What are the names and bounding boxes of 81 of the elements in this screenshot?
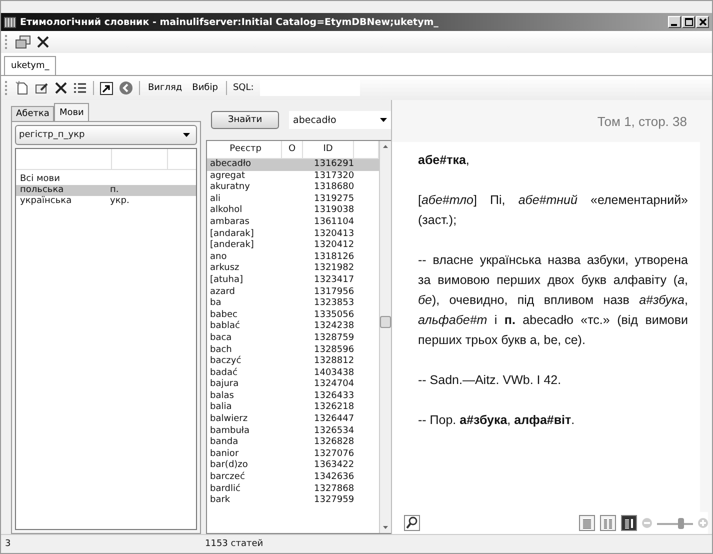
entry-row[interactable]: bar(d)zo 1363422 <box>207 460 379 472</box>
entry-row[interactable]: bardlić 1327868 <box>207 484 379 496</box>
entry-row[interactable]: balia 1326218 <box>207 402 379 414</box>
entry-row[interactable]: baca 1328759 <box>207 332 379 344</box>
window-title: Етимологічний словник - mainulifserver:Initial Catalog=EtymDBNew;uketym_ <box>20 16 440 28</box>
entry-row[interactable]: ali 1319275 <box>207 194 379 206</box>
entry-row[interactable]: [atuha] 1323417 <box>207 274 379 287</box>
register-dropdown[interactable]: регістр_п_укр <box>15 125 197 145</box>
entry-row[interactable]: ba 1323853 <box>207 298 379 310</box>
column-header[interactable]: Реєстр <box>207 141 282 158</box>
entry-row[interactable]: arkusz 1321982 <box>207 263 379 275</box>
status-text: 3 <box>4 539 12 549</box>
entry-row[interactable]: balas 1326433 <box>207 390 379 402</box>
sql-label: SQL: <box>232 83 254 93</box>
scroll-up-icon[interactable] <box>383 145 388 148</box>
column-header[interactable]: О <box>282 141 303 158</box>
entry-row[interactable]: badać 1403438 <box>207 368 379 380</box>
page-reference: Том 1, стор. 38 <box>596 113 688 131</box>
maximize-icon <box>684 18 692 26</box>
article-paragraph: абе#тка, <box>418 152 470 169</box>
entry-row[interactable]: ambaras 1361104 <box>207 216 379 229</box>
entry-row[interactable]: babec 1335056 <box>207 310 379 322</box>
panel-tab[interactable]: Абетка <box>11 106 54 121</box>
find-button[interactable]: Знайти <box>211 111 279 129</box>
document-tab[interactable]: uketym_ <box>4 56 56 75</box>
column-header[interactable]: ID <box>303 141 354 158</box>
entry-row[interactable]: banda 1326828 <box>207 437 379 449</box>
entry-row[interactable]: ano 1318126 <box>207 252 379 264</box>
entry-row[interactable]: azard 1317956 <box>207 286 379 298</box>
close-icon <box>698 18 706 26</box>
windows-icon[interactable] <box>15 35 31 49</box>
list-icon[interactable] <box>73 82 87 94</box>
two-page-button[interactable] <box>600 515 616 531</box>
article-paragraph: [абе#тло] Пі, абе#тний «елементарний» (заст.); <box>418 192 688 229</box>
entry-row[interactable]: bark 1327959 <box>207 495 379 507</box>
entry-row[interactable]: barczeć 1342636 <box>207 472 379 484</box>
dropdown-arrow-icon <box>380 118 387 122</box>
entry-row[interactable]: agregat 1317320 <box>207 170 379 182</box>
close-button[interactable] <box>696 16 709 28</box>
dropdown-arrow-icon <box>183 133 190 137</box>
new-icon[interactable] <box>15 81 29 95</box>
menu-item[interactable]: Вибір <box>190 83 220 93</box>
panel-tab[interactable]: Мови <box>54 103 89 121</box>
single-page-icon <box>582 518 592 528</box>
edit-icon[interactable] <box>35 81 49 95</box>
entry-row[interactable]: alkohol 1319038 <box>207 205 379 217</box>
minimize-button[interactable] <box>668 16 681 28</box>
app-icon <box>4 16 16 28</box>
entry-row[interactable]: bablać 1324238 <box>207 321 379 333</box>
maximize-button[interactable] <box>682 16 695 28</box>
language-row[interactable]: українська укр. <box>16 196 196 207</box>
entry-row[interactable]: baczyć 1328812 <box>207 356 379 368</box>
status-text: 1153 статей <box>205 539 264 549</box>
entry-row[interactable]: bambuła 1326534 <box>207 426 379 438</box>
split-view-icon <box>624 518 634 528</box>
single-page-button[interactable] <box>579 515 595 531</box>
entry-row[interactable]: [andarak] 1320413 <box>207 228 379 240</box>
scroll-thumb[interactable] <box>380 316 391 328</box>
split-view-button[interactable] <box>621 515 637 531</box>
search-icon[interactable] <box>404 515 420 531</box>
entry-row[interactable]: [anderak] 1320412 <box>207 240 379 252</box>
entry-row[interactable]: banior 1327076 <box>207 448 379 460</box>
entry-row[interactable]: bajura 1324704 <box>207 379 379 391</box>
article-paragraph: -- Пор. а#збука, алфа#віт. <box>418 412 576 429</box>
article-paragraph: -- власне українська назва азбуки, утворена за вимовою перших двох букв алфавіту (а, бе), очевидно, під впливом назв а#збука, альфабе#т і п. abecadło «тс.» (від вимови перших трьох букв a, be, ce). <box>418 252 688 349</box>
entry-row[interactable]: bach 1328596 <box>207 344 379 356</box>
scrollbar[interactable] <box>379 141 391 533</box>
search-field[interactable]: abecadło <box>289 111 391 129</box>
close-icon[interactable] <box>37 36 49 48</box>
menu-item[interactable]: Вигляд <box>146 83 184 93</box>
language-row[interactable]: Всі мови <box>16 174 196 185</box>
scroll-down-icon[interactable] <box>383 526 388 529</box>
language-row[interactable]: польська п. <box>16 185 196 196</box>
two-page-icon <box>603 518 613 528</box>
delete-icon[interactable] <box>55 82 67 94</box>
back-icon[interactable] <box>119 81 133 95</box>
article-paragraph: -- Sadn.—Aitz. VWb. I 42. <box>418 372 562 389</box>
export-icon[interactable] <box>100 82 113 94</box>
entry-row[interactable]: abecadło 1316291 <box>207 159 379 171</box>
entry-row[interactable]: akuratny 1318680 <box>207 182 379 194</box>
entry-row[interactable]: balwierz 1326447 <box>207 414 379 426</box>
